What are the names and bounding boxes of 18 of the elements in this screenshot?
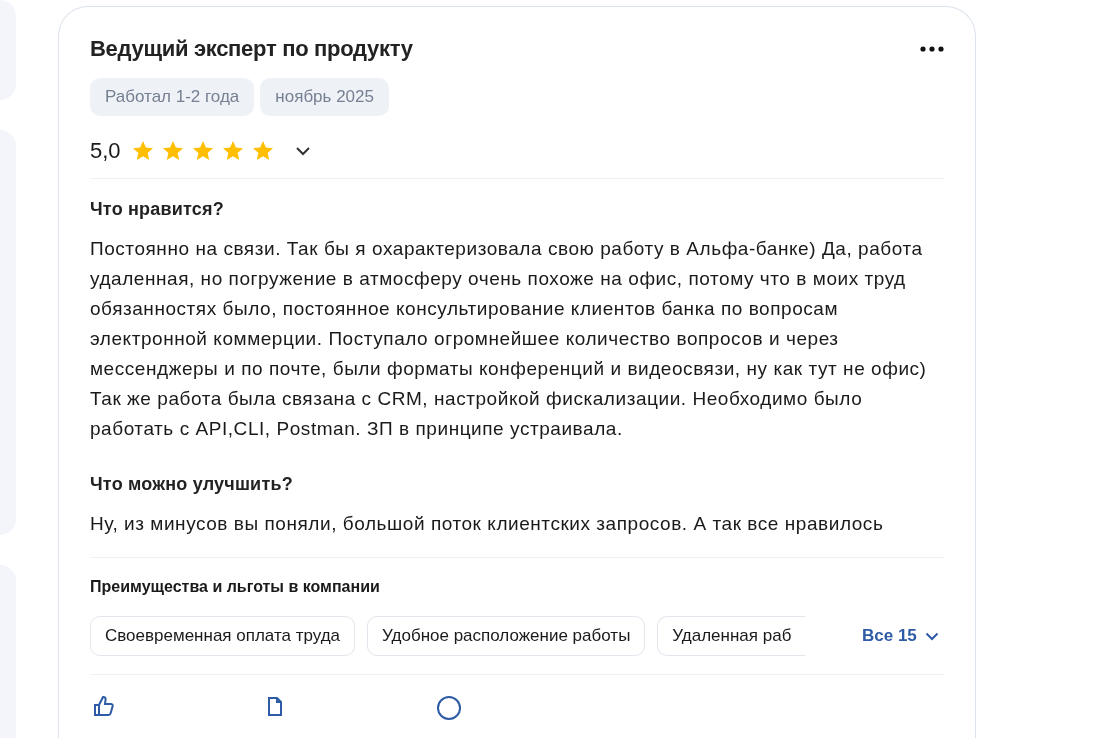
benefit-tag: Удаленная раб <box>657 616 806 656</box>
tag: Работал 1-2 года <box>90 78 255 116</box>
benefits-heading: Преимущества и льготы в компании <box>90 578 381 596</box>
section-heading: Что можно улучшить? <box>90 474 294 495</box>
chevron-icon <box>294 146 311 156</box>
chevron-icon <box>924 631 939 641</box>
tag: ноябрь 2025 <box>260 78 389 116</box>
review-text: Ну, из минусов вы поняли, большой поток клиентских запросов. А так все нравилось <box>90 512 885 536</box>
show-all-link[interactable]: Все 15 <box>862 626 939 646</box>
comment-icon[interactable] <box>436 695 462 721</box>
rating-score: 5,0 <box>90 138 121 164</box>
section-heading: Что нравится? <box>90 199 225 220</box>
benefit-tag: Удобное расположение работы <box>367 616 646 656</box>
review-title: Ведущий эксперт по продукту <box>90 36 413 62</box>
benefit-tag: Своевременная оплата труда <box>90 616 356 656</box>
more-icon[interactable] <box>920 46 944 52</box>
review-text: Постоянно на связи. Так бы я охарактеризовала свою работу в Альфа-банке) Да, работа удаленная, но погружение в атмосферу очень похоже на офис, потому что в моих труд обязанностях было, постоянное консультирование клиентов банка по вопросам электронной коммерции. Поступало огромнейшее количество вопросов и через мессенджеры и по почте, были форматы конференций и видеосвязи, ну как тут не офис) Так же работа была связана с CRM, настройкой фискализации. Необходимо было работать с API,CLI, Postman. ЗП в принципе устраивала. <box>90 237 928 441</box>
thumb-icon[interactable] <box>92 695 114 717</box>
